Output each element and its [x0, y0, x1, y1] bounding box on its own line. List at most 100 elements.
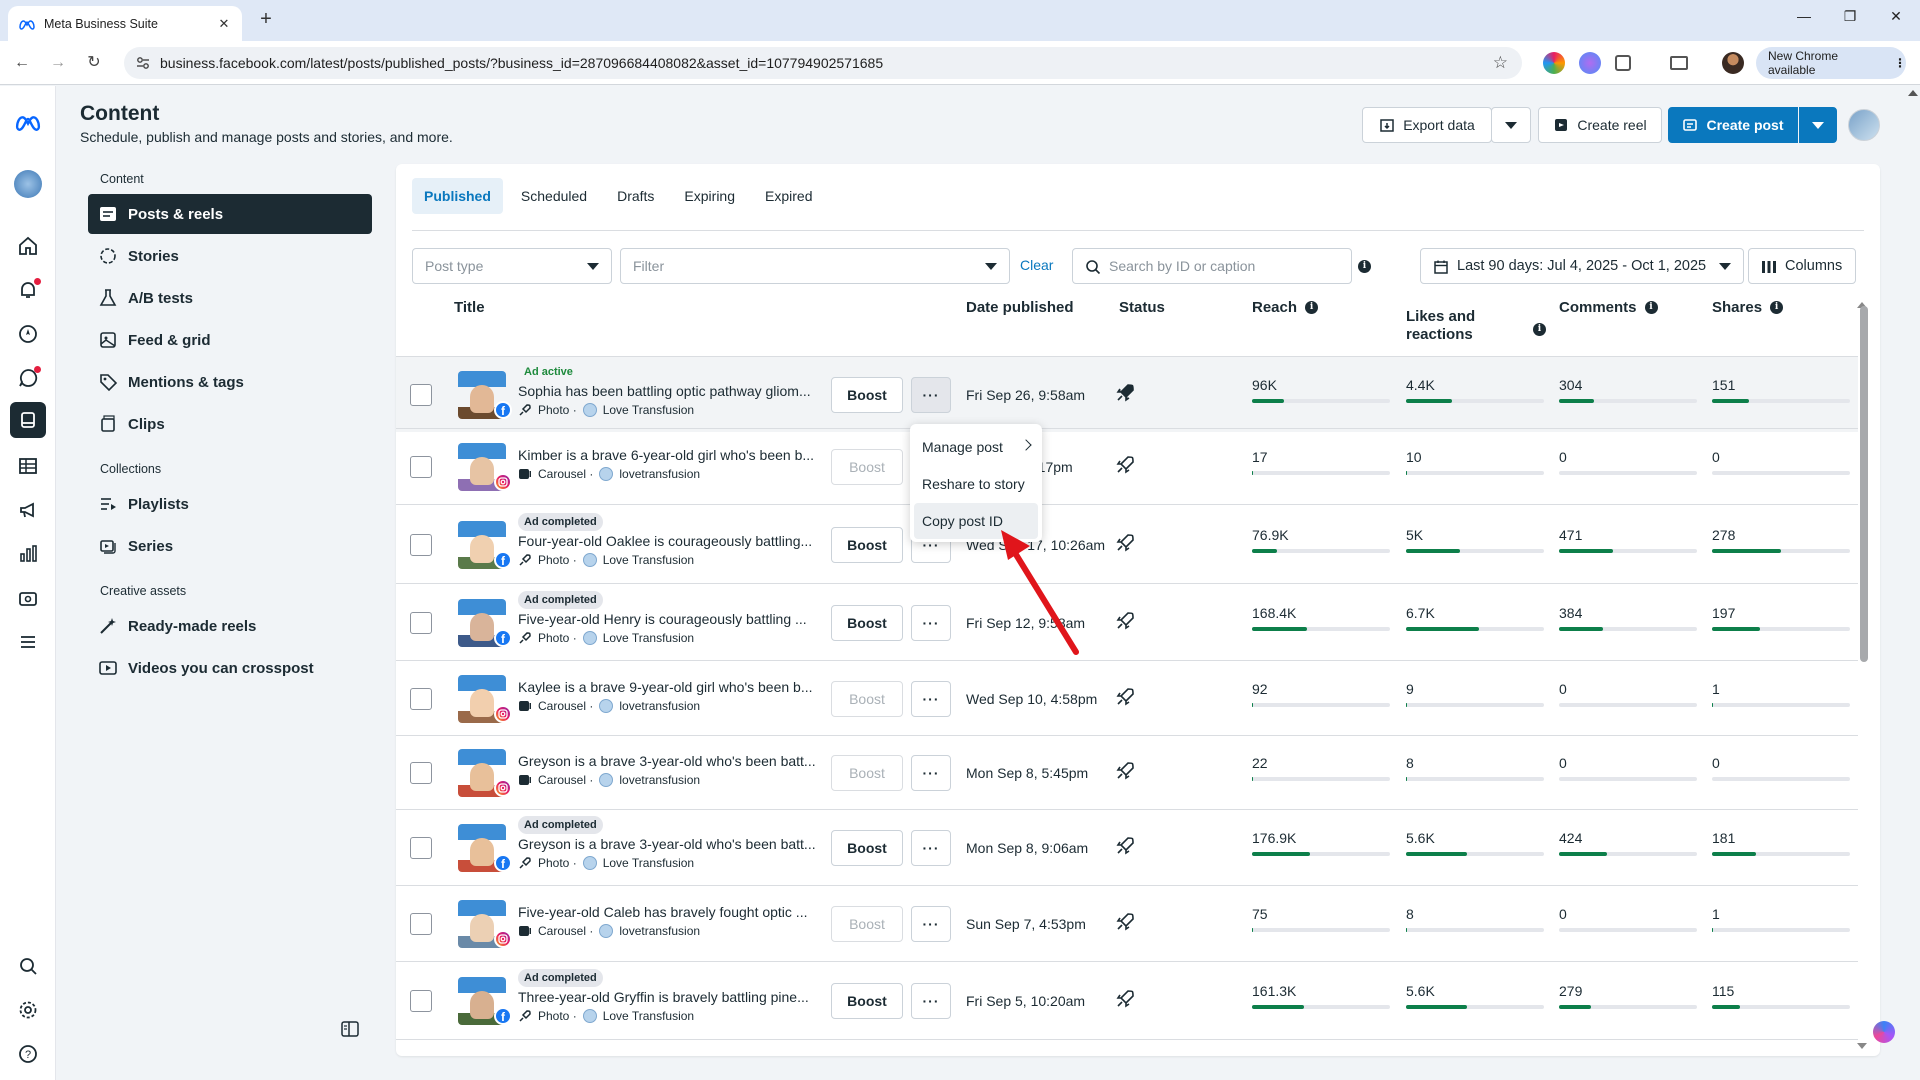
scroll-down-icon[interactable] — [1857, 1043, 1867, 1049]
post-title[interactable]: Greyson is a brave 3-year-old who's been… — [518, 836, 826, 852]
sidenav-item-stories[interactable]: Stories — [88, 236, 372, 276]
create-post-button[interactable]: Create post — [1668, 107, 1798, 143]
header-likes[interactable]: Likes and reactions — [1406, 308, 1475, 344]
table-row[interactable]: Greyson is a brave 3-year-old who's been… — [396, 735, 1858, 809]
extension-icon[interactable] — [1543, 52, 1565, 74]
restore-icon[interactable]: ❐ — [1838, 8, 1862, 25]
browser-tab[interactable]: Meta Business Suite ✕ — [8, 6, 242, 41]
row-checkbox[interactable] — [410, 533, 432, 556]
boost-button[interactable]: Boost — [831, 680, 903, 717]
help-icon[interactable]: ? — [14, 1040, 42, 1068]
planner-grid-icon[interactable] — [14, 452, 42, 480]
header-status[interactable]: Status — [1119, 299, 1165, 316]
sidenav-item-playlists[interactable]: Playlists — [88, 484, 372, 524]
post-title[interactable]: Five-year-old Henry is courageously batt… — [518, 611, 826, 627]
table-row[interactable]: f Ad completed Greyson is a brave 3-year… — [396, 809, 1858, 885]
post-title[interactable]: Greyson is a brave 3-year-old who's been… — [518, 753, 826, 769]
tab-expired[interactable]: Expired — [753, 178, 824, 214]
notifications-bell-icon[interactable] — [14, 276, 42, 304]
clear-filters-link[interactable]: Clear — [1020, 257, 1053, 273]
boost-button[interactable]: Boost — [831, 377, 903, 413]
post-title[interactable]: Five-year-old Caleb has bravely fought o… — [518, 904, 826, 920]
header-comments[interactable]: Comments i — [1559, 299, 1658, 316]
more-options-button[interactable]: ··· — [911, 680, 951, 717]
meta-logo-icon[interactable] — [14, 108, 42, 136]
all-tools-menu-icon[interactable] — [14, 628, 42, 656]
sidenav-item-mentions-tags[interactable]: Mentions & tags — [88, 362, 372, 402]
address-bar[interactable]: business.facebook.com/latest/posts/publi… — [124, 47, 1522, 79]
shares-info-icon[interactable]: i — [1770, 301, 1784, 314]
kebab-menu-icon[interactable]: ⋮ — [1894, 56, 1906, 70]
settings-gear-icon[interactable] — [14, 996, 42, 1024]
date-range-select[interactable]: Last 90 days: Jul 4, 2025 - Oct 1, 2025 — [1420, 248, 1744, 284]
search-info-icon[interactable]: i — [1358, 260, 1371, 273]
sidenav-item-feed-grid[interactable]: Feed & grid — [88, 320, 372, 360]
close-window-icon[interactable]: ✕ — [1884, 8, 1908, 25]
inbox-chat-icon[interactable] — [14, 364, 42, 392]
likes-info-icon[interactable]: i — [1533, 323, 1546, 336]
close-tab-icon[interactable]: ✕ — [216, 16, 232, 32]
cast-icon[interactable] — [1670, 56, 1688, 70]
more-options-button[interactable]: ··· — [911, 755, 951, 791]
boost-button[interactable]: Boost — [831, 449, 903, 485]
new-chrome-button[interactable]: New Chrome available ⋮ — [1756, 47, 1906, 79]
home-icon[interactable] — [14, 232, 42, 260]
tab-expiring[interactable]: Expiring — [672, 178, 747, 214]
boost-button[interactable]: Boost — [831, 830, 903, 866]
boost-button[interactable]: Boost — [831, 906, 903, 942]
monetization-icon[interactable] — [14, 584, 42, 612]
export-options-dropdown[interactable] — [1491, 107, 1531, 143]
row-checkbox[interactable] — [410, 456, 432, 478]
row-checkbox[interactable] — [410, 762, 432, 784]
row-checkbox[interactable] — [410, 913, 432, 935]
forward-icon[interactable]: → — [46, 51, 70, 75]
table-row[interactable]: Five-year-old Caleb has bravely fought o… — [396, 885, 1858, 961]
comments-info-icon[interactable]: i — [1644, 301, 1658, 314]
search-input[interactable]: Search by ID or caption — [1072, 248, 1352, 284]
post-type-select[interactable]: Post type — [412, 248, 612, 284]
menu-item-copy-post-id[interactable]: Copy post ID — [914, 503, 1038, 539]
row-checkbox[interactable] — [410, 837, 432, 859]
sidenav-item-ab-tests[interactable]: A/B tests — [88, 278, 372, 318]
table-row[interactable]: Kaylee is a brave 9-year-old girl who's … — [396, 660, 1858, 735]
insights-chart-icon[interactable] — [14, 540, 42, 568]
create-reel-button[interactable]: Create reel — [1538, 107, 1662, 143]
collapse-sidebar-icon[interactable] — [340, 1019, 360, 1039]
table-scrollbar[interactable] — [1860, 306, 1868, 662]
table-row[interactable]: Kimber is a brave 6-year-old girl who's … — [396, 428, 1858, 504]
new-tab-icon[interactable]: + — [254, 8, 278, 31]
tab-drafts[interactable]: Drafts — [605, 178, 666, 214]
content-icon[interactable] — [10, 402, 46, 438]
extensions-puzzle-icon[interactable] — [1615, 55, 1631, 71]
table-row[interactable]: f Ad active Sophia has been battling opt… — [396, 356, 1858, 432]
more-options-button[interactable]: ··· — [911, 906, 951, 942]
bookmark-star-icon[interactable]: ☆ — [1493, 53, 1508, 73]
post-title[interactable]: Four-year-old Oaklee is courageously bat… — [518, 533, 826, 549]
row-checkbox[interactable] — [410, 384, 432, 406]
more-options-button[interactable]: ··· — [911, 983, 951, 1019]
header-title[interactable]: Title — [454, 299, 485, 316]
sidenav-item-clips[interactable]: Clips — [88, 404, 372, 444]
reload-icon[interactable]: ↻ — [82, 51, 106, 75]
table-row[interactable]: f Ad completed Five-year-old Henry is co… — [396, 583, 1858, 660]
table-row[interactable]: f Ad completed Four-year-old Oaklee is c… — [396, 504, 1858, 583]
sidenav-item-posts-reels[interactable]: Posts & reels — [88, 194, 372, 234]
table-row[interactable]: f Ad completed Three-year-old Gryffin is… — [396, 961, 1858, 1039]
extension-icon[interactable] — [1579, 52, 1601, 74]
tab-scheduled[interactable]: Scheduled — [509, 178, 599, 214]
export-data-button[interactable]: Export data — [1362, 107, 1492, 143]
profile-avatar-icon[interactable] — [1722, 52, 1744, 74]
page-avatar[interactable] — [1848, 109, 1880, 141]
boost-button[interactable]: Boost — [831, 526, 903, 563]
sidenav-item-series[interactable]: Series — [88, 526, 372, 566]
boost-button[interactable]: Boost — [831, 755, 903, 791]
back-icon[interactable]: ← — [10, 51, 34, 75]
meta-ai-icon[interactable] — [1873, 1021, 1895, 1043]
site-info-icon[interactable] — [136, 56, 150, 70]
reach-info-icon[interactable]: i — [1305, 301, 1319, 314]
more-options-button[interactable]: ··· — [911, 604, 951, 641]
header-date[interactable]: Date published — [966, 299, 1074, 316]
filter-select[interactable]: Filter — [620, 248, 1010, 284]
sidenav-item-crosspost-videos[interactable]: Videos you can crosspost — [88, 648, 372, 688]
post-title[interactable]: Sophia has been battling optic pathway g… — [518, 383, 826, 399]
